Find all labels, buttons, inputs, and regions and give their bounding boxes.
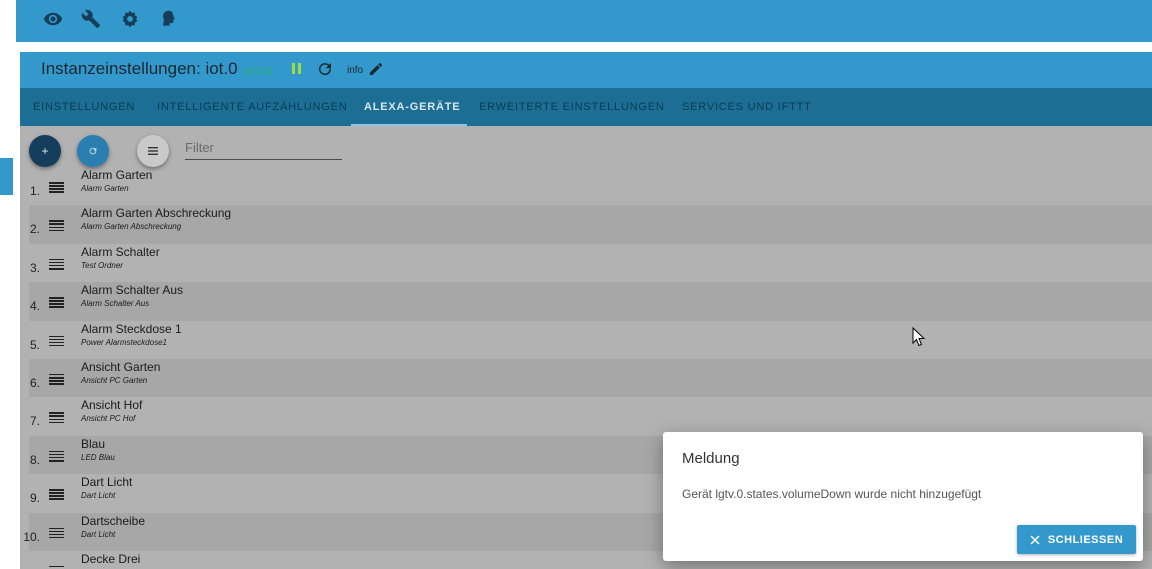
device-name: Decke Drei bbox=[81, 551, 141, 566]
tab-alexa-geraete[interactable]: ALEXA-GERÄTE bbox=[364, 88, 460, 126]
info-link[interactable]: info bbox=[347, 65, 363, 76]
instance-header: Instanzeinstellungen: iot.0 v2.0.11 info bbox=[20, 52, 1152, 88]
row-number: 10. bbox=[23, 529, 40, 544]
menu-icon[interactable] bbox=[49, 258, 64, 272]
pause-button[interactable] bbox=[290, 61, 304, 77]
device-subtitle: Ansicht PC Garten bbox=[81, 375, 148, 385]
device-subtitle: Alarm Schalter Aus bbox=[81, 299, 150, 309]
refresh-icon bbox=[89, 147, 97, 155]
row-number: 6. bbox=[29, 375, 40, 390]
reload-icon[interactable] bbox=[316, 60, 334, 78]
wrench-icon[interactable] bbox=[80, 8, 102, 30]
menu-icon[interactable] bbox=[49, 527, 64, 541]
device-name: Dartscheibe bbox=[81, 513, 146, 528]
row-number: 1. bbox=[29, 184, 40, 198]
row-number: 4. bbox=[29, 299, 40, 314]
add-device-button[interactable]: + bbox=[29, 135, 61, 167]
device-name: Ansicht Garten bbox=[81, 359, 161, 374]
message-dialog: Meldung Gerät lgtv.0.states.volumeDown w… bbox=[663, 432, 1143, 561]
row-number: 3. bbox=[29, 260, 40, 275]
menu-icon[interactable] bbox=[49, 412, 64, 425]
tab-einstellungen[interactable]: EINSTELLUNGEN bbox=[33, 88, 135, 126]
list-item[interactable]: 1. Alarm Garten Alarm Garten bbox=[29, 167, 1152, 205]
device-name: Alarm Schalter Aus bbox=[81, 283, 184, 298]
user-icon[interactable] bbox=[157, 8, 179, 30]
add-label: + bbox=[41, 144, 49, 158]
mouse-cursor-icon bbox=[912, 327, 926, 347]
list-item[interactable]: 7. Ansicht Hof Ansicht PC Hof bbox=[29, 397, 1152, 435]
list-item[interactable]: 3. Alarm Schalter Test Ordner bbox=[29, 244, 1152, 282]
page-title: Instanzeinstellungen: iot.0 bbox=[41, 59, 238, 78]
tab-erweiterte-einstellungen[interactable]: ERWEITERTE EINSTELLUNGEN bbox=[479, 88, 665, 126]
device-subtitle: Alarm Garten bbox=[81, 184, 129, 193]
device-subtitle: Test Ordner bbox=[81, 260, 123, 270]
device-subtitle: Power Alarmsteckdose1 bbox=[81, 337, 167, 347]
menu-icon[interactable] bbox=[49, 335, 64, 349]
list-item[interactable]: 2. Alarm Garten Abschreckung Alarm Garten … bbox=[29, 205, 1152, 244]
filter-input[interactable]: Filter bbox=[185, 138, 342, 160]
refresh-button[interactable] bbox=[77, 135, 109, 167]
list-item[interactable]: 5. Alarm Steckdose 1 Power Alarmsteckdose1 bbox=[29, 321, 1152, 359]
device-name: Dart Licht bbox=[81, 475, 133, 490]
row-number: 9. bbox=[29, 491, 40, 506]
device-subtitle: Ansicht PC Hof bbox=[81, 414, 136, 424]
version-label: v2.0.11 bbox=[244, 66, 273, 76]
menu-icon[interactable] bbox=[49, 220, 64, 233]
row-number: 7. bbox=[29, 414, 40, 429]
top-toolbar bbox=[16, 0, 1152, 42]
tab-services-und-ifttt[interactable]: SERVICES UND IFTTT bbox=[682, 88, 812, 126]
close-button-label: SCHLIESSEN bbox=[1047, 533, 1124, 546]
edit-icon[interactable] bbox=[368, 61, 384, 77]
menu-icon[interactable] bbox=[49, 182, 64, 195]
close-icon bbox=[1030, 534, 1040, 545]
device-subtitle: Dart Licht bbox=[81, 491, 116, 501]
settings-icon[interactable] bbox=[119, 8, 141, 30]
list-item[interactable]: 6. Ansicht Garten Ansicht PC Garten bbox=[29, 358, 1152, 398]
list-view-button[interactable] bbox=[137, 135, 169, 167]
menu-icon[interactable] bbox=[49, 489, 64, 502]
list-icon bbox=[148, 147, 158, 155]
device-subtitle: LED Blau bbox=[81, 452, 115, 462]
row-number: 2. bbox=[29, 222, 40, 237]
menu-icon[interactable] bbox=[49, 373, 64, 387]
device-name: Ansicht Hof bbox=[81, 398, 143, 413]
device-name: Alarm Steckdose 1 bbox=[81, 321, 182, 336]
eye-icon[interactable] bbox=[42, 8, 64, 30]
device-name: Blau bbox=[81, 436, 106, 451]
device-subtitle: Dart Licht bbox=[81, 529, 116, 539]
device-name: Alarm Garten Abschreckung bbox=[81, 206, 232, 221]
menu-icon[interactable] bbox=[49, 297, 64, 310]
dialog-title: Meldung bbox=[682, 450, 740, 467]
row-number: 5. bbox=[29, 337, 40, 352]
tab-intelligente-aufzaehlungen[interactable]: INTELLIGENTE AUFZÄHLUNGEN bbox=[157, 88, 348, 126]
device-name: Alarm Schalter bbox=[81, 244, 160, 259]
device-name: Alarm Garten bbox=[81, 168, 153, 182]
dialog-message: Gerät lgtv.0.states.volumeDown wurde nic… bbox=[682, 487, 982, 501]
list-item[interactable]: 4. Alarm Schalter Aus Alarm Schalter Aus bbox=[29, 282, 1152, 321]
menu-icon[interactable] bbox=[49, 450, 64, 464]
filter-placeholder: Filter bbox=[185, 140, 214, 155]
close-button[interactable]: SCHLIESSEN bbox=[1017, 525, 1136, 554]
left-accent-bar bbox=[0, 158, 13, 195]
tab-bar: EINSTELLUNGEN INTELLIGENTE AUFZÄHLUNGEN … bbox=[20, 88, 1152, 126]
row-number: 8. bbox=[29, 452, 40, 467]
device-subtitle: Alarm Garten Abschreckung bbox=[81, 222, 182, 232]
